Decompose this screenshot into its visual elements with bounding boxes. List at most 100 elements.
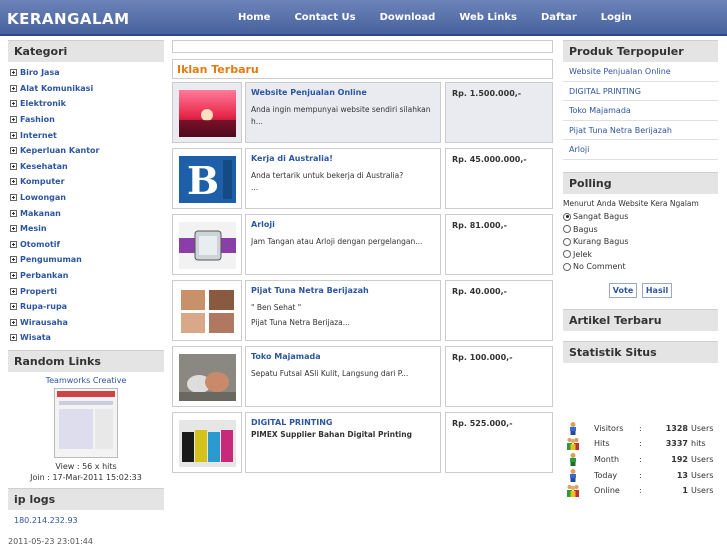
- ad-row[interactable]: DIGITAL PRINTING PIMEX Supplier Bahan Di…: [172, 412, 553, 473]
- expand-icon[interactable]: [10, 240, 17, 248]
- category-item[interactable]: Wisata: [10, 330, 164, 346]
- popular-item[interactable]: DIGITAL PRINTING: [563, 82, 718, 101]
- poll-option-label[interactable]: Kurang Bagus: [573, 237, 629, 246]
- nav-web-links[interactable]: Web Links: [459, 12, 517, 23]
- ad-title[interactable]: Kerja di Australia!: [251, 154, 435, 163]
- nav-login[interactable]: Login: [601, 12, 632, 23]
- poll-option[interactable]: Bagus: [563, 223, 718, 236]
- category-item[interactable]: Kesehatan: [10, 159, 164, 175]
- ad-title[interactable]: Toko Majamada: [251, 352, 435, 361]
- ad-title[interactable]: Arloji: [251, 220, 435, 229]
- nav-home[interactable]: Home: [238, 12, 270, 23]
- sunset-image[interactable]: [179, 90, 236, 137]
- expand-icon[interactable]: [10, 225, 17, 233]
- ad-image-cell[interactable]: B: [172, 148, 242, 209]
- category-label[interactable]: Rupa-rupa: [20, 302, 67, 311]
- expand-icon[interactable]: [10, 334, 17, 342]
- popular-item[interactable]: Arloji: [563, 140, 718, 160]
- category-item[interactable]: Rupa-rupa: [10, 299, 164, 315]
- category-label[interactable]: Biro Jasa: [20, 68, 60, 77]
- poll-option-label[interactable]: Bagus: [573, 225, 598, 234]
- logo-image[interactable]: B: [179, 156, 236, 203]
- nav-contact-us[interactable]: Contact Us: [294, 12, 355, 23]
- ad-image-cell[interactable]: [172, 412, 242, 473]
- category-label[interactable]: Otomotif: [20, 240, 60, 249]
- category-item[interactable]: Lowongan: [10, 190, 164, 206]
- category-item[interactable]: Internet: [10, 127, 164, 143]
- shoes-image[interactable]: [179, 354, 236, 401]
- category-label[interactable]: Wisata: [20, 333, 51, 342]
- ad-image-cell[interactable]: [172, 346, 242, 407]
- category-item[interactable]: Mesin: [10, 221, 164, 237]
- category-label[interactable]: Elektronik: [20, 99, 66, 108]
- category-label[interactable]: Wirausaha: [20, 318, 68, 327]
- expand-icon[interactable]: [10, 84, 17, 92]
- vote-button[interactable]: Vote: [608, 283, 638, 298]
- ad-row[interactable]: Toko Majamada Sepatu Futsal ASli Kulit, …: [172, 346, 553, 407]
- expand-icon[interactable]: [10, 131, 17, 139]
- radio-icon[interactable]: [563, 225, 571, 234]
- ad-row[interactable]: B Kerja di Australia! Anda tertarik untu…: [172, 148, 553, 209]
- category-item[interactable]: Perbankan: [10, 268, 164, 284]
- poll-option-label[interactable]: Sangat Bagus: [573, 212, 628, 221]
- expand-icon[interactable]: [10, 287, 17, 295]
- poll-option[interactable]: No Comment: [563, 261, 718, 274]
- ad-title[interactable]: Website Penjualan Online: [251, 88, 435, 97]
- category-label[interactable]: Komputer: [20, 177, 65, 186]
- expand-icon[interactable]: [10, 303, 17, 311]
- category-label[interactable]: Lowongan: [20, 193, 66, 202]
- expand-icon[interactable]: [10, 209, 17, 217]
- site-logo[interactable]: KERANGALAM: [7, 10, 130, 28]
- expand-icon[interactable]: [10, 100, 17, 108]
- radio-icon[interactable]: [563, 250, 571, 259]
- poll-option[interactable]: Jelek: [563, 248, 718, 261]
- category-item[interactable]: Komputer: [10, 174, 164, 190]
- category-label[interactable]: Mesin: [20, 224, 47, 233]
- popular-item[interactable]: Website Penjualan Online: [563, 62, 718, 82]
- category-label[interactable]: Fashion: [20, 115, 55, 124]
- category-item[interactable]: Otomotif: [10, 237, 164, 253]
- category-item[interactable]: Elektronik: [10, 96, 164, 112]
- category-label[interactable]: Keperluan Kantor: [20, 146, 99, 155]
- category-label[interactable]: Makanan: [20, 209, 61, 218]
- category-label[interactable]: Internet: [20, 131, 57, 140]
- poll-option-label[interactable]: Jelek: [573, 250, 592, 259]
- expand-icon[interactable]: [10, 116, 17, 124]
- ad-title[interactable]: DIGITAL PRINTING: [251, 418, 435, 427]
- watch-image[interactable]: [179, 222, 236, 269]
- ad-row[interactable]: Pijat Tuna Netra Berijazah " Ben Sehat "…: [172, 280, 553, 341]
- category-item[interactable]: Keperluan Kantor: [10, 143, 164, 159]
- category-item[interactable]: Fashion: [10, 112, 164, 128]
- expand-icon[interactable]: [10, 147, 17, 155]
- radio-icon[interactable]: [563, 262, 571, 271]
- category-item[interactable]: Alat Komunikasi: [10, 81, 164, 97]
- category-label[interactable]: Alat Komunikasi: [20, 84, 93, 93]
- category-label[interactable]: Perbankan: [20, 271, 68, 280]
- category-label[interactable]: Pengumuman: [20, 255, 82, 264]
- poll-option[interactable]: Sangat Bagus: [563, 211, 718, 224]
- expand-icon[interactable]: [10, 194, 17, 202]
- ad-image-cell[interactable]: [172, 280, 242, 341]
- expand-icon[interactable]: [10, 256, 17, 264]
- expand-icon[interactable]: [10, 162, 17, 170]
- nav-download[interactable]: Download: [380, 12, 436, 23]
- expand-icon[interactable]: [10, 272, 17, 280]
- category-label[interactable]: Kesehatan: [20, 162, 68, 171]
- ad-image-cell[interactable]: [172, 214, 242, 275]
- site-thumbnail[interactable]: [54, 387, 118, 458]
- poll-option-label[interactable]: No Comment: [573, 262, 626, 271]
- popular-item[interactable]: Pijat Tuna Netra Berijazah: [563, 121, 718, 140]
- category-item[interactable]: Properti: [10, 283, 164, 299]
- ad-row[interactable]: Website Penjualan Online Anda ingin memp…: [172, 82, 553, 143]
- poll-option[interactable]: Kurang Bagus: [563, 236, 718, 249]
- ad-image-cell[interactable]: [172, 82, 242, 143]
- radio-icon[interactable]: [563, 237, 571, 246]
- radio-selected-icon[interactable]: [563, 212, 571, 221]
- expand-icon[interactable]: [10, 178, 17, 186]
- category-label[interactable]: Properti: [20, 287, 57, 296]
- expand-icon[interactable]: [10, 69, 17, 77]
- ad-title[interactable]: Pijat Tuna Netra Berijazah: [251, 286, 435, 295]
- category-item[interactable]: Biro Jasa: [10, 65, 164, 81]
- nav-daftar[interactable]: Daftar: [541, 12, 577, 23]
- hasil-button[interactable]: Hasil: [641, 283, 673, 298]
